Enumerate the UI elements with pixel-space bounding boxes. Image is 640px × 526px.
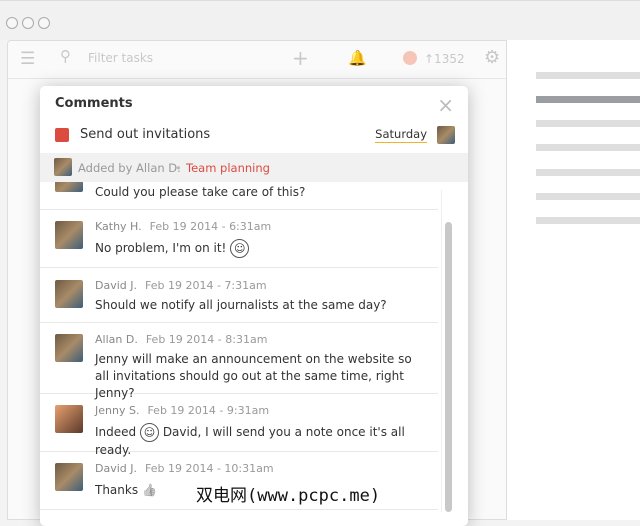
comment-time: Feb 19 2014 - 10:31am (145, 462, 274, 475)
avatar (54, 158, 72, 176)
comment-item: Could you please take care of this? (40, 182, 438, 210)
add-task-icon[interactable]: + (292, 46, 309, 70)
task-checkbox[interactable] (55, 128, 69, 142)
comment-time: Feb 19 2014 - 6:31am (149, 220, 272, 233)
watermark: 双电网(www.pcpc.me) (196, 486, 381, 506)
comments-list: Could you please take care of this? Kath… (40, 182, 440, 522)
comment-author: David J. (95, 462, 137, 475)
avatar (55, 280, 83, 308)
avatar (55, 334, 83, 362)
task-name: Send out invitations (80, 127, 211, 142)
search-icon: ⚲ (60, 47, 71, 65)
avatar (55, 405, 83, 433)
minimize-window-button[interactable] (22, 17, 34, 29)
comment-time: Feb 19 2014 - 7:31am (145, 279, 267, 292)
karma-count[interactable]: ↑1352 (424, 52, 465, 66)
maximize-window-button[interactable] (38, 17, 50, 29)
comment-author: David J. (95, 279, 137, 292)
comment-item: David J. Feb 19 2014 - 7:31am Should we n… (40, 268, 438, 323)
comment-author: Allan D. (95, 333, 138, 346)
bell-icon[interactable]: 🔔 (348, 49, 367, 67)
added-by-text: Added by Allan D. (78, 161, 181, 175)
comment-text: Could you please take care of this? (95, 185, 306, 199)
comment-text: Indeed (95, 425, 137, 439)
task-due-date[interactable]: Saturday (375, 127, 427, 143)
smile-emoji-icon: ☺ (230, 239, 250, 258)
comment-author: Jenny S. (95, 404, 140, 417)
filter-input[interactable]: Filter tasks (88, 51, 153, 65)
close-icon[interactable]: × (437, 93, 454, 117)
menu-icon[interactable]: ☰ (20, 49, 35, 69)
scrollbar-thumb[interactable] (445, 222, 452, 512)
window-titlebar (0, 0, 640, 40)
avatar (55, 221, 83, 249)
comment-text: Should we notify all journalists at the … (95, 298, 387, 312)
comment-text: No problem, I'm on it! (95, 241, 227, 255)
right-panel (507, 40, 640, 520)
comment-item: Jenny S. Feb 19 2014 - 9:31am Indeed ☺ Da… (40, 394, 438, 457)
comment-time: Feb 19 2014 - 8:31am (145, 333, 268, 346)
assignee-avatar (437, 126, 455, 144)
avatar (55, 463, 83, 491)
app-toolbar: ☰ ⚲ Filter tasks + 🔔 ↑1352 ⚙ (8, 41, 506, 79)
scrollbar[interactable] (441, 190, 453, 512)
task-row: Send out invitations Saturday (55, 126, 455, 146)
comment-author: Kathy H. (95, 220, 142, 233)
close-window-button[interactable] (6, 17, 18, 29)
comment-item: Kathy H. Feb 19 2014 - 6:31am No problem,… (40, 210, 438, 268)
project-link[interactable]: Team planning (186, 161, 270, 175)
modal-title: Comments (55, 96, 133, 111)
thumbs-up-icon: 👍 (141, 483, 157, 497)
separator: • (175, 161, 182, 175)
comment-item: Allan D. Feb 19 2014 - 8:31am Jenny will … (40, 323, 438, 400)
karma-icon (403, 51, 417, 65)
comment-text: Thanks (95, 483, 139, 497)
added-by-row: Added by Allan D. • Team planning (40, 153, 468, 182)
settings-gear-icon[interactable]: ⚙ (484, 47, 500, 68)
comments-modal: Comments × Send out invitations Saturday… (40, 86, 468, 526)
smile-emoji-icon: ☺ (139, 423, 159, 442)
comment-time: Feb 19 2014 - 9:31am (147, 404, 270, 417)
